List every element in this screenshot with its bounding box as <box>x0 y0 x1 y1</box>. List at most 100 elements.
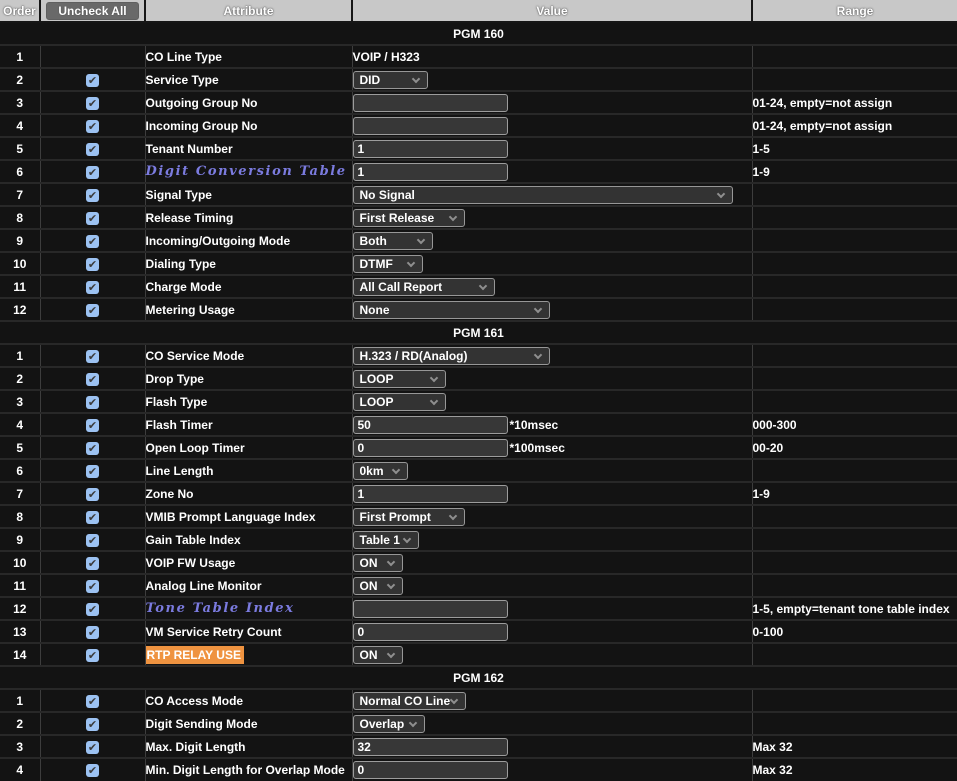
row-checkbox[interactable]: ✔ <box>86 465 99 478</box>
chevron-down-icon <box>716 189 724 197</box>
value-select-label: LOOP <box>360 395 394 409</box>
value-input[interactable] <box>353 600 508 618</box>
row-checkbox[interactable]: ✔ <box>86 373 99 386</box>
value-select[interactable]: Overlap <box>353 715 425 733</box>
value-select[interactable]: H.323 / RD(Analog) <box>353 347 550 365</box>
value-input[interactable] <box>353 485 508 503</box>
value-input[interactable] <box>353 163 508 181</box>
row-checkbox[interactable]: ✔ <box>86 603 99 616</box>
order-cell: 4 <box>0 413 40 436</box>
row-checkbox[interactable]: ✔ <box>86 212 99 225</box>
order-number: 6 <box>16 165 23 179</box>
value-select[interactable]: ON <box>353 646 403 664</box>
attribute-label: VOIP FW Usage <box>146 556 236 570</box>
table-row: 13✔VM Service Retry Count0-100 <box>0 620 957 643</box>
section-title: PGM 160 <box>0 22 957 45</box>
row-checkbox[interactable]: ✔ <box>86 396 99 409</box>
row-checkbox[interactable]: ✔ <box>86 649 99 662</box>
range-text: 01-24, empty=not assign <box>753 119 893 133</box>
row-checkbox[interactable]: ✔ <box>86 350 99 363</box>
row-checkbox[interactable]: ✔ <box>86 120 99 133</box>
table-row: 4 ✔ Incoming Group No 01-24, empty=not assi… <box>0 114 957 137</box>
attribute-cell: Max. Digit Length <box>145 735 352 758</box>
row-checkbox[interactable]: ✔ <box>86 718 99 731</box>
row-checkbox[interactable]: ✔ <box>86 695 99 708</box>
value-select[interactable]: First Release <box>353 209 465 227</box>
table-row: 14✔RTP RELAY USEON <box>0 643 957 666</box>
check-icon: ✔ <box>88 443 97 456</box>
row-checkbox[interactable]: ✔ <box>86 557 99 570</box>
value-select[interactable]: DTMF <box>353 255 423 273</box>
row-checkbox[interactable]: ✔ <box>86 143 99 156</box>
row-checkbox[interactable]: ✔ <box>86 235 99 248</box>
row-checkbox[interactable]: ✔ <box>86 166 99 179</box>
row-checkbox[interactable]: ✔ <box>86 442 99 455</box>
attribute-label: Signal Type <box>146 188 212 202</box>
check-icon: ✔ <box>88 742 97 755</box>
order-number: 10 <box>13 556 26 570</box>
checkbox-cell: ✔ <box>40 413 145 436</box>
attribute-label: Incoming Group No <box>146 119 258 133</box>
value-input[interactable] <box>353 416 508 434</box>
row-checkbox[interactable]: ✔ <box>86 97 99 110</box>
value-select[interactable]: No Signal <box>353 186 733 204</box>
order-number: 6 <box>16 464 23 478</box>
value-select[interactable]: Normal CO Line <box>353 692 466 710</box>
value-select[interactable]: First Prompt <box>353 508 465 526</box>
chevron-down-icon <box>533 304 541 312</box>
value-input[interactable] <box>353 117 508 135</box>
row-checkbox[interactable]: ✔ <box>86 258 99 271</box>
attribute-cell: VMIB Prompt Language Index <box>145 505 352 528</box>
row-checkbox[interactable]: ✔ <box>86 534 99 547</box>
chevron-down-icon <box>386 649 394 657</box>
attribute-label: Min. Digit Length for Overlap Mode <box>146 763 345 777</box>
value-select[interactable]: Both <box>353 232 433 250</box>
value-input[interactable] <box>353 738 508 756</box>
table-row: 11✔Charge ModeAll Call Report <box>0 275 957 298</box>
row-checkbox[interactable]: ✔ <box>86 626 99 639</box>
value-select[interactable]: LOOP <box>353 370 446 388</box>
value-select-label: DTMF <box>360 257 393 271</box>
attribute-link[interactable]: Digit Conversion Table <box>146 164 347 179</box>
value-select[interactable]: ON <box>353 554 403 572</box>
order-cell: 13 <box>0 620 40 643</box>
value-select[interactable]: All Call Report <box>353 278 495 296</box>
order-cell: 8 <box>0 505 40 528</box>
value-select[interactable]: None <box>353 301 550 319</box>
row-checkbox[interactable]: ✔ <box>86 74 99 87</box>
section-row: PGM 160 <box>0 22 957 45</box>
chevron-down-icon <box>406 258 414 266</box>
value-input[interactable] <box>353 94 508 112</box>
value-select[interactable]: Table 1 <box>353 531 419 549</box>
row-checkbox[interactable]: ✔ <box>86 281 99 294</box>
value-cell <box>352 758 752 781</box>
check-icon: ✔ <box>88 144 97 157</box>
table-row: 3✔Flash TypeLOOP <box>0 390 957 413</box>
checkbox-cell: ✔ <box>40 252 145 275</box>
row-checkbox[interactable]: ✔ <box>86 488 99 501</box>
row-checkbox[interactable]: ✔ <box>86 419 99 432</box>
row-checkbox[interactable]: ✔ <box>86 189 99 202</box>
value-select[interactable]: 0km <box>353 462 408 480</box>
attribute-cell: Digit Conversion Table <box>145 160 352 183</box>
value-input[interactable] <box>353 623 508 641</box>
row-checkbox[interactable]: ✔ <box>86 580 99 593</box>
row-checkbox[interactable]: ✔ <box>86 511 99 524</box>
value-input[interactable] <box>353 439 508 457</box>
attribute-label: Incoming/Outgoing Mode <box>146 234 291 248</box>
attribute-label: VM Service Retry Count <box>146 625 282 639</box>
value-select[interactable]: LOOP <box>353 393 446 411</box>
order-number: 4 <box>16 119 23 133</box>
chevron-down-icon <box>402 534 410 542</box>
uncheck-all-button[interactable]: Uncheck All <box>46 2 138 20</box>
table-row: 9✔Gain Table IndexTable 1 <box>0 528 957 551</box>
row-checkbox[interactable]: ✔ <box>86 741 99 754</box>
value-select[interactable]: DID <box>353 71 428 89</box>
row-checkbox[interactable]: ✔ <box>86 304 99 317</box>
value-input[interactable] <box>353 761 508 779</box>
value-input[interactable] <box>353 140 508 158</box>
value-cell: Both <box>352 229 752 252</box>
row-checkbox[interactable]: ✔ <box>86 764 99 777</box>
attribute-link[interactable]: Tone Table Index <box>146 601 295 616</box>
value-select[interactable]: ON <box>353 577 403 595</box>
